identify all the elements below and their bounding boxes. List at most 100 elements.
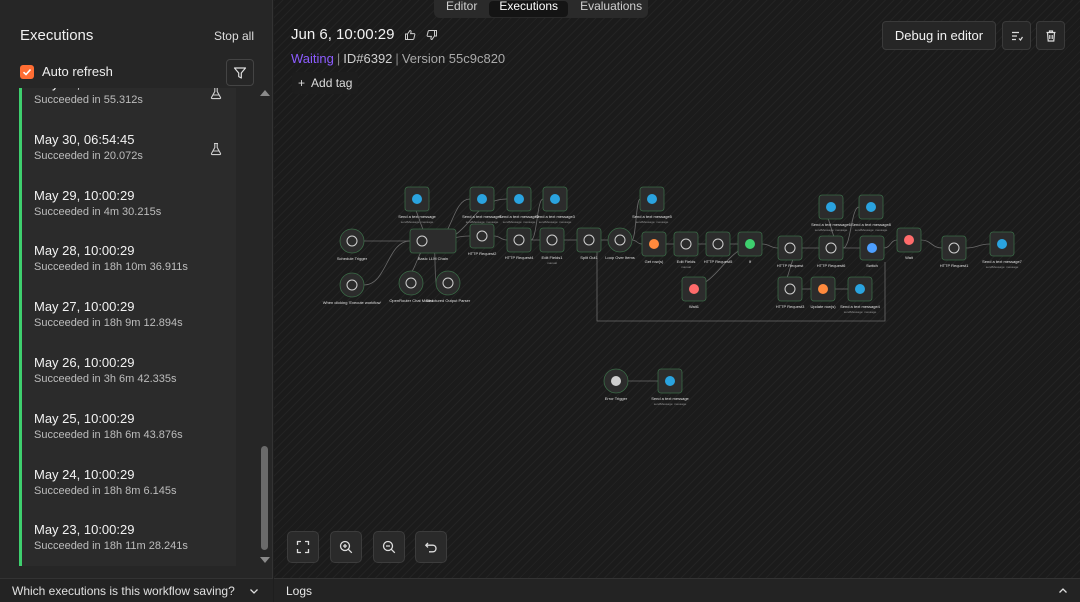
execution-list-item[interactable]: May 25, 10:00:29 Succeeded in 18h 6m 43.8… [19, 406, 236, 463]
workflow-node[interactable]: Send a text message1sendMessage: message [462, 186, 503, 224]
workflow-node[interactable]: Edit Fields1manual [539, 227, 565, 265]
node-label: HTTP Request4 [505, 255, 534, 260]
execution-date: May 29, 10:00:29 [34, 187, 135, 203]
workflow-node[interactable]: HTTP Request6 [817, 235, 846, 268]
workflow-node[interactable]: Send a text message8sendMessage: message [851, 194, 892, 232]
workflow-node[interactable]: HTTP Request5 [704, 231, 733, 264]
execution-list-item[interactable]: May 28, 10:00:29 Succeeded in 18h 10m 36.… [19, 239, 236, 296]
tab-editor[interactable]: Editor [436, 0, 487, 17]
add-tag-label: Add tag [311, 76, 353, 90]
chevron-up-icon [1059, 587, 1067, 593]
thumbs-down-icon[interactable] [426, 29, 438, 41]
node-label: Switch [866, 263, 878, 268]
execution-list-item[interactable]: May 27, 10:00:29 Succeeded in 18h 9m 12.8… [19, 295, 236, 351]
thumbs-up-icon[interactable] [404, 29, 416, 41]
workflow-node[interactable]: If [737, 231, 763, 264]
node-label: Send a text message1 [462, 214, 503, 219]
workflow-node[interactable]: Switch [859, 235, 885, 268]
workflow-node[interactable]: HTTP Request3 [776, 276, 805, 309]
zoom-out-button[interactable] [373, 531, 405, 563]
execution-list-item[interactable]: May 29, 10:00:29 Succeeded in 4m 30.215s [19, 183, 236, 240]
check-icon [22, 68, 32, 76]
execution-id: ID#6392 [343, 51, 393, 66]
workflow-node[interactable]: Send a text message6sendMessage: message [811, 194, 852, 232]
zoom-in-button[interactable] [330, 531, 362, 563]
sidebar-title: Executions [20, 27, 94, 44]
delete-button[interactable] [1036, 21, 1065, 50]
fullscreen-icon [296, 540, 310, 554]
executions-sidebar: Executions Stop all Auto refresh May 30,… [0, 0, 273, 578]
execution-date: May 25, 10:00:29 [34, 410, 135, 426]
telegram-icon [477, 194, 487, 204]
execution-list-item[interactable]: May 26, 10:00:29 Succeeded in 3h 6m 42.33… [19, 350, 236, 407]
auto-refresh-checkbox[interactable] [20, 64, 34, 79]
executions-scrollbar[interactable] [259, 88, 271, 568]
tab-evaluations[interactable]: Evaluations [570, 0, 652, 17]
workflow-node[interactable]: Schedule Trigger [337, 228, 368, 261]
node-label: Loop Over Items [605, 255, 635, 260]
fit-view-button[interactable] [287, 531, 319, 563]
execution-list-item[interactable]: May 23, 10:00:29 Succeeded in 18h 11m 28.… [19, 518, 236, 566]
node-label: HTTP Request5 [704, 259, 733, 264]
execution-date: May 28, 10:00:29 [34, 243, 135, 259]
node-subtitle: sendMessage: message [654, 402, 687, 406]
node-label: HTTP Request2 [468, 251, 497, 256]
workflow-node[interactable]: Send a text messagesendMessage: message [398, 186, 437, 224]
workflow-node[interactable]: Update row(s) [810, 276, 836, 309]
workflow-node[interactable]: Basic LLM Chain [409, 228, 457, 261]
workflow-node[interactable]: Edit Fieldsmanual [673, 231, 699, 269]
node-label: Send a text message [398, 214, 436, 219]
reset-zoom-button[interactable] [415, 531, 447, 563]
zoom-out-icon [382, 540, 396, 554]
execution-title: Jun 6, 10:00:29 [291, 26, 395, 43]
scroll-down-arrow[interactable] [260, 557, 270, 563]
node-label: Update row(s) [810, 304, 836, 309]
workflow-node[interactable]: When clicking 'Execute workflow' [323, 272, 382, 305]
wait-icon [904, 235, 914, 245]
telegram-icon [855, 284, 865, 294]
execution-date: May 30, 06:55:29 [34, 88, 236, 92]
stop-all-button[interactable]: Stop all [214, 29, 254, 43]
execution-list-item[interactable]: May 24, 10:00:29 Succeeded in 18h 8m 6.14… [19, 462, 236, 519]
telegram-icon [826, 202, 836, 212]
filter-button[interactable] [226, 59, 254, 86]
scroll-up-arrow[interactable] [260, 90, 270, 96]
workflow-node[interactable]: Wait [896, 227, 922, 260]
auto-refresh-label: Auto refresh [42, 64, 113, 79]
saving-info-label: Which executions is this workflow saving… [12, 583, 235, 598]
debug-in-editor-button[interactable]: Debug in editor [882, 21, 996, 50]
workflow-node[interactable]: Get row(s) [641, 231, 667, 264]
execution-status-text: Succeeded in 18h 10m 36.911s [34, 261, 188, 274]
workflow-node[interactable]: Wait1 [681, 276, 707, 309]
workflow-node[interactable]: Send a text message5sendMessage: message [632, 186, 673, 224]
workflow-node[interactable]: Loop Over Items [605, 227, 635, 260]
telegram-icon [647, 194, 657, 204]
error-icon [611, 376, 621, 386]
workflow-node[interactable]: HTTP Request4 [505, 227, 534, 260]
scroll-thumb[interactable] [261, 446, 268, 550]
workflow-node[interactable]: HTTP Request2 [468, 223, 497, 256]
auto-refresh-toggle[interactable]: Auto refresh [20, 64, 113, 79]
node-subtitle: sendMessage: message [466, 220, 499, 224]
workflow-node[interactable]: Send a text message2sendMessage: message [499, 186, 540, 224]
workflow-node[interactable]: Send a text message4sendMessage: message [840, 276, 881, 314]
table-icon [649, 239, 659, 249]
tab-executions[interactable]: Executions [489, 0, 569, 17]
workflow-node[interactable]: Send a text message3sendMessage: message [535, 186, 576, 224]
retry-button[interactable] [1002, 21, 1031, 50]
workflow-graph[interactable]: Schedule Trigger When clicking 'Execute w… [274, 0, 1080, 578]
execution-list-item[interactable]: May 30, 06:55:29 Succeeded in 55.312s [19, 88, 236, 128]
saving-info-bar[interactable]: Which executions is this workflow saving… [0, 578, 273, 602]
workflow-node[interactable]: Split Out1 [576, 227, 602, 260]
workflow-node[interactable]: Error Trigger [603, 368, 629, 401]
node-subtitle: sendMessage: message [844, 310, 877, 314]
add-tag-button[interactable]: + Add tag [292, 72, 359, 94]
execution-list-item[interactable]: May 30, 06:54:45 Succeeded in 20.072s [19, 127, 236, 184]
workflow-node[interactable]: Send a text messagesendMessage: message [651, 368, 690, 406]
workflow-node[interactable]: HTTP Request [777, 235, 804, 268]
workflow-node[interactable]: Structured Output Parser [426, 270, 471, 303]
node-label: If [749, 259, 752, 264]
workflow-node[interactable]: Send a text message7sendMessage: message [982, 231, 1023, 269]
logs-bar[interactable]: Logs [274, 578, 1080, 602]
workflow-node[interactable]: HTTP Request1 [940, 235, 969, 268]
